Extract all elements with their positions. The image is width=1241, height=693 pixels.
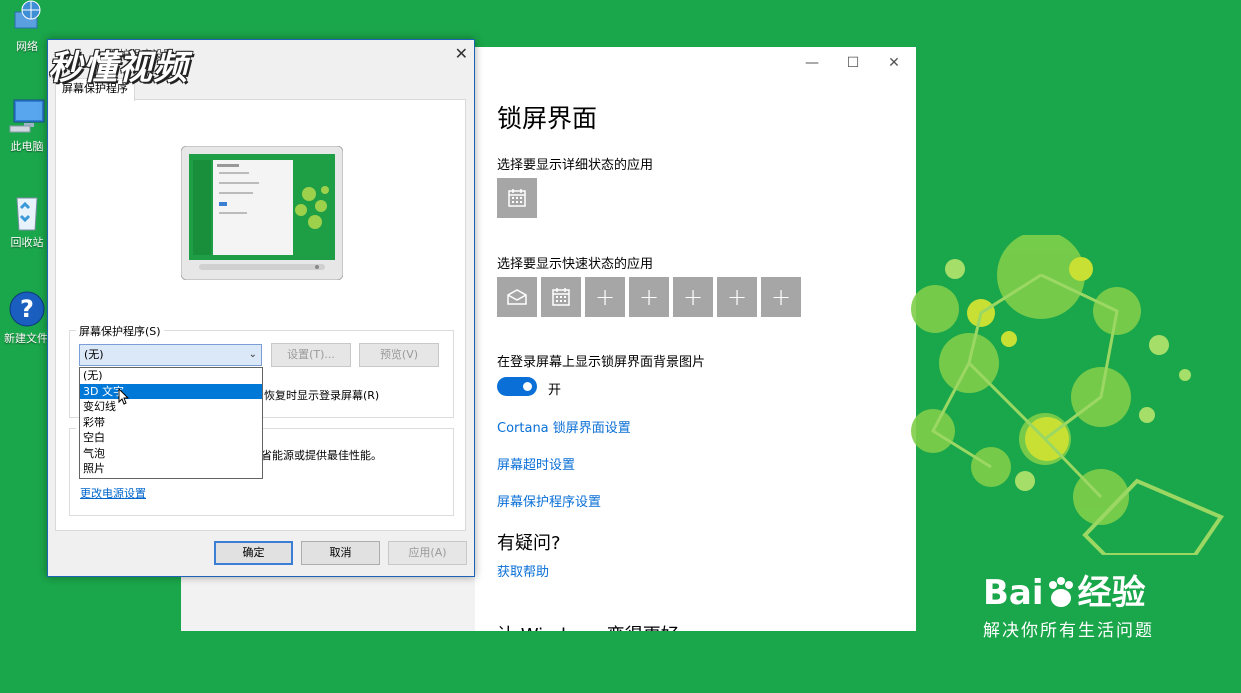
settings-button[interactable]: 设置(T)... (271, 343, 351, 367)
decorative-bulb-graphic (911, 235, 1225, 555)
background-toggle-label: 在登录屏幕上显示锁屏界面背景图片 (497, 355, 706, 370)
preview-button[interactable]: 预览(V) (359, 343, 439, 367)
plus-icon: + (638, 283, 660, 311)
screen-timeout-link[interactable]: 屏幕超时设置 (497, 454, 575, 473)
mouse-cursor-icon (118, 388, 130, 405)
screensaver-select[interactable]: (无) ⌄ (79, 344, 262, 366)
chevron-down-icon: ⌄ (248, 349, 257, 360)
desktop-icon-label: 网络 (16, 40, 38, 53)
plus-icon: + (770, 283, 792, 311)
select-value: (无) (84, 348, 104, 361)
recycle-bin-icon (16, 197, 38, 231)
quick-status-app-calendar[interactable] (541, 277, 581, 317)
detailed-status-app-tile[interactable] (497, 178, 537, 218)
detailed-status-label: 选择要显示详细状态的应用 (497, 158, 654, 173)
baidu-brand: Bai 经验 (983, 574, 1154, 612)
dropdown-option-3d-text[interactable]: 3D 文字 (80, 383, 262, 399)
quick-status-label: 选择要显示快速状态的应用 (497, 257, 654, 272)
help-file-icon: ? (9, 291, 45, 327)
desktop-icon-label: 回收站 (10, 236, 44, 249)
desktop-icon-this-pc[interactable]: 此电脑 (4, 96, 50, 154)
baidu-brand-suffix: 经验 (1077, 573, 1146, 613)
desktop-icon-recycle-bin[interactable]: 回收站 (4, 192, 50, 250)
help-heading: 有疑问? (497, 533, 561, 554)
resume-login-label: 恢复时显示登录屏幕(R) (264, 389, 380, 402)
baidu-jingyan-logo: Bai 经验 解决你所有生活问题 (983, 574, 1154, 641)
dropdown-option-none[interactable]: (无) (80, 368, 262, 384)
desktop-icon-label: 此电脑 (10, 140, 44, 153)
screensaver-settings-link[interactable]: 屏幕保护程序设置 (497, 491, 601, 510)
settings-content: 锁屏界面 选择要显示详细状态的应用 选择要显示快速状态的应用 + + + + +… (497, 47, 916, 631)
screensaver-dialog: 保护程序设置 ✕ 屏幕保护程序 屏幕保护程序(S) 设置(T)... 预览(V) (47, 39, 475, 577)
screensaver-group-label: 屏幕保护程序(S) (76, 323, 164, 339)
quick-status-add-button[interactable]: + (585, 277, 625, 317)
calendar-icon (552, 288, 570, 306)
change-power-settings-link[interactable]: 更改电源设置 (80, 485, 146, 501)
apply-button[interactable]: 应用(A) (388, 541, 467, 565)
monitor-preview (181, 146, 343, 280)
desktop-icon-help-file[interactable]: ? 新建文件夹 (4, 290, 59, 346)
ok-button[interactable]: 确定 (214, 541, 293, 565)
feedback-heading: 让 Windows 变得更好 (497, 621, 679, 631)
dropdown-option-mystify[interactable]: 变幻线 (80, 399, 262, 415)
get-help-link[interactable]: 获取帮助 (497, 561, 549, 580)
this-pc-icon (9, 99, 45, 133)
desktop-icon-network[interactable]: 网络 (4, 0, 50, 54)
plus-icon: + (726, 283, 748, 311)
baidu-brand-text: Bai (983, 573, 1044, 613)
dropdown-option-photos[interactable]: 照片 (80, 461, 262, 477)
mail-icon (507, 289, 527, 305)
screensaver-dropdown-list: (无) 3D 文字 变幻线 彩带 空白 气泡 照片 (79, 367, 263, 479)
toggle-state-label: 开 (548, 383, 562, 398)
dropdown-option-blank[interactable]: 空白 (80, 430, 262, 446)
plus-icon: + (594, 283, 616, 311)
cancel-button[interactable]: 取消 (301, 541, 380, 565)
dropdown-option-bubbles[interactable]: 气泡 (80, 446, 262, 462)
toggle-knob (523, 382, 532, 391)
quick-status-add-button[interactable]: + (629, 277, 669, 317)
background-toggle[interactable] (497, 377, 537, 396)
paw-icon (1048, 577, 1073, 607)
baidu-slogan: 解决你所有生活问题 (983, 621, 1154, 641)
calendar-icon (508, 189, 526, 207)
svg-text:?: ? (20, 295, 34, 323)
quick-status-add-button[interactable]: + (673, 277, 713, 317)
watermark-logo: 秒懂视频 (48, 48, 188, 88)
cortana-settings-link[interactable]: Cortana 锁屏界面设置 (497, 417, 631, 436)
dropdown-option-ribbons[interactable]: 彩带 (80, 415, 262, 431)
quick-status-add-button[interactable]: + (717, 277, 757, 317)
network-icon (14, 0, 41, 29)
dialog-close-button[interactable]: ✕ (455, 44, 468, 63)
power-description: 省能源或提供最佳性能。 (261, 449, 382, 462)
plus-icon: + (682, 283, 704, 311)
quick-status-app-mail[interactable] (497, 277, 537, 317)
page-title: 锁屏界面 (497, 104, 598, 133)
quick-status-add-button[interactable]: + (761, 277, 801, 317)
desktop-icon-label: 新建文件夹 (4, 332, 59, 345)
